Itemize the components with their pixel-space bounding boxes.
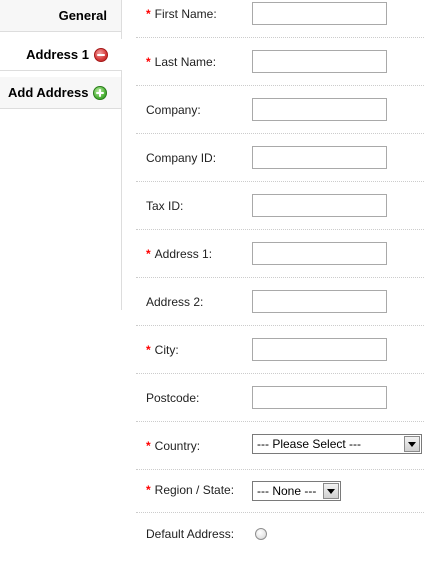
company-id-label: Company ID: (146, 150, 217, 165)
region-select-value: --- None --- (257, 484, 317, 498)
remove-circle-icon[interactable] (94, 47, 108, 62)
default-address-radio[interactable] (255, 528, 267, 540)
first-name-input[interactable] (252, 2, 387, 25)
required-marker: * (146, 438, 151, 453)
required-marker: * (146, 483, 151, 497)
required-marker: * (146, 342, 151, 357)
address-2-input[interactable] (252, 290, 387, 313)
address-tabs: General Address 1 Add Address (0, 0, 122, 310)
first-name-label: * First Name: (146, 6, 217, 21)
row-tax-id: Tax ID: (136, 182, 424, 230)
company-id-input[interactable] (252, 146, 387, 169)
last-name-input[interactable] (252, 50, 387, 73)
country-select[interactable]: --- Please Select --- (252, 434, 422, 454)
row-address-2: Address 2: (136, 278, 424, 326)
tab-general-label: General (58, 8, 107, 23)
postcode-input[interactable] (252, 386, 387, 409)
address-1-label: * Address 1: (146, 246, 213, 261)
tab-general[interactable]: General (0, 0, 122, 32)
city-label: * City: (146, 342, 179, 357)
region-select[interactable]: --- None --- (252, 481, 341, 501)
row-default-address: Default Address: (136, 513, 424, 555)
last-name-label: * Last Name: (146, 54, 217, 69)
tax-id-input[interactable] (252, 194, 387, 217)
company-label: Company: (146, 102, 201, 117)
country-label: * Country: (146, 438, 201, 453)
postcode-label: Postcode: (146, 390, 200, 405)
address-1-input[interactable] (252, 242, 387, 265)
row-city: * City: (136, 326, 424, 374)
company-input[interactable] (252, 98, 387, 121)
chevron-down-icon[interactable] (404, 436, 420, 452)
row-company: Company: (136, 86, 424, 134)
tab-add-address-label: Add Address (8, 85, 89, 100)
required-marker: * (146, 54, 151, 69)
tab-address-1-label: Address 1 (26, 47, 89, 62)
address-2-label: Address 2: (146, 294, 204, 309)
tab-add-address[interactable]: Add Address (0, 77, 122, 109)
region-label: * Region / State: (146, 483, 235, 497)
default-address-label: Default Address: (146, 527, 235, 541)
required-marker: * (146, 6, 151, 21)
required-marker: * (146, 246, 151, 261)
row-address-1: * Address 1: (136, 230, 424, 278)
row-region: * Region / State: --- None --- (136, 468, 424, 513)
row-last-name: * Last Name: (136, 38, 424, 86)
row-country: * Country: --- Please Select --- (136, 422, 424, 470)
row-company-id: Company ID: (136, 134, 424, 182)
tax-id-label: Tax ID: (146, 198, 184, 213)
country-select-value: --- Please Select --- (257, 437, 362, 451)
row-postcode: Postcode: (136, 374, 424, 422)
tab-address-1[interactable]: Address 1 (0, 39, 122, 71)
add-circle-icon[interactable] (93, 85, 107, 100)
chevron-down-icon[interactable] (323, 483, 339, 499)
row-first-name: * First Name: (136, 0, 424, 38)
city-input[interactable] (252, 338, 387, 361)
